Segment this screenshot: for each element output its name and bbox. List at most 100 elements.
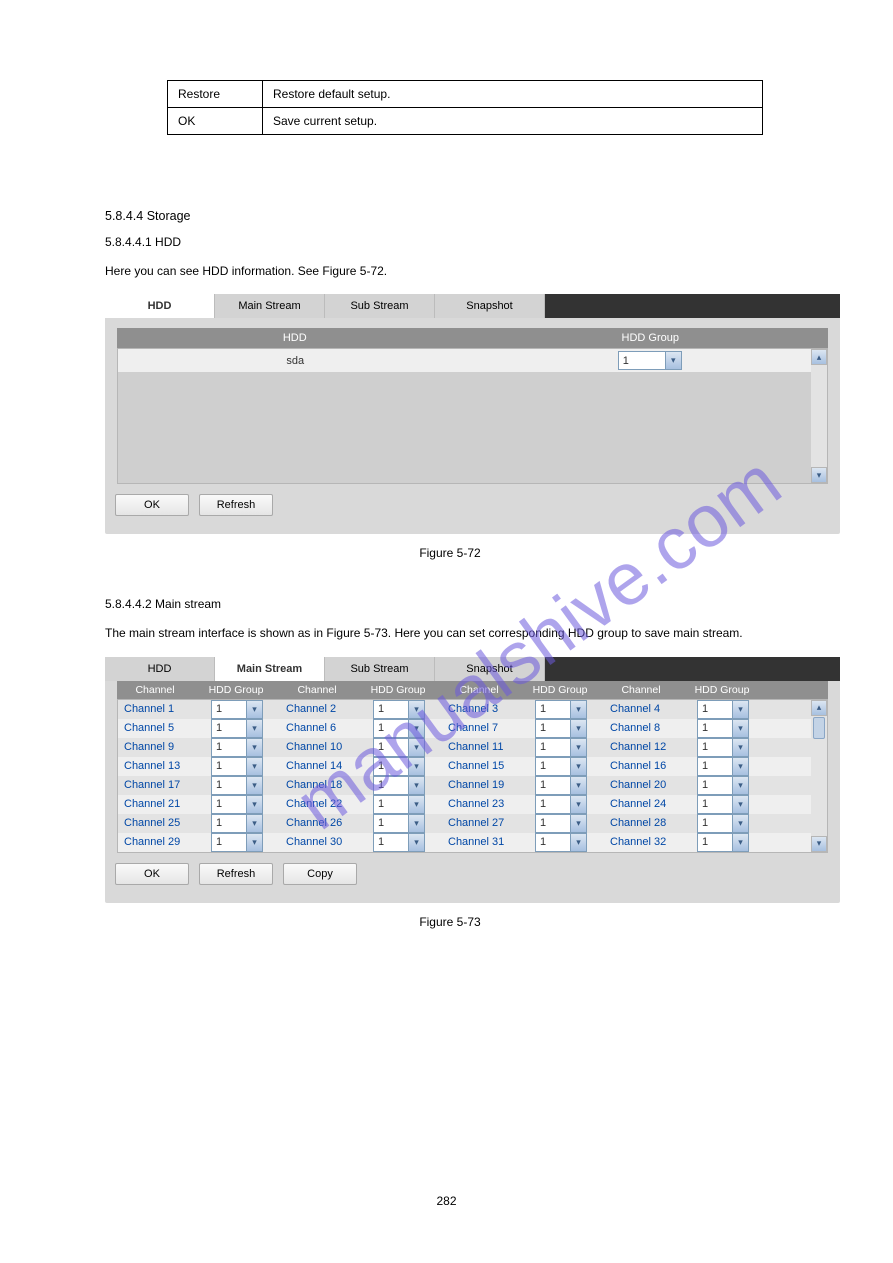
- channel-label[interactable]: Channel 26: [280, 817, 356, 829]
- channel-label[interactable]: Channel 32: [604, 836, 680, 848]
- channel-label[interactable]: Channel 24: [604, 798, 680, 810]
- hdd-group-select[interactable]: 1▾: [211, 738, 263, 757]
- channel-label[interactable]: Channel 20: [604, 779, 680, 791]
- hdd-group-select[interactable]: 1▾: [535, 757, 587, 776]
- channel-label[interactable]: Channel 17: [118, 779, 194, 791]
- tab-hdd[interactable]: HDD: [105, 657, 215, 681]
- channel-label[interactable]: Channel 6: [280, 722, 356, 734]
- hdd-group-select[interactable]: 1▾: [373, 833, 425, 852]
- tabbar: HDD Main Stream Sub Stream Snapshot: [105, 294, 840, 318]
- channel-label[interactable]: Channel 31: [442, 836, 518, 848]
- channel-label[interactable]: Channel 10: [280, 741, 356, 753]
- col-channel: Channel: [279, 681, 355, 699]
- hdd-group-select[interactable]: 1 ▾: [618, 351, 682, 370]
- ok-button[interactable]: OK: [115, 863, 189, 885]
- hdd-group-select[interactable]: 1▾: [373, 738, 425, 757]
- channel-label[interactable]: Channel 21: [118, 798, 194, 810]
- channel-group-cell: 1▾: [356, 776, 442, 795]
- select-value: 1: [698, 798, 732, 810]
- chevron-down-icon: ▾: [246, 739, 262, 756]
- hdd-group-select[interactable]: 1▾: [697, 700, 749, 719]
- section-body: The main stream interface is shown as in…: [105, 622, 795, 645]
- hdd-group-select[interactable]: 1▾: [697, 776, 749, 795]
- channel-label[interactable]: Channel 12: [604, 741, 680, 753]
- channel-label[interactable]: Channel 2: [280, 703, 356, 715]
- channel-label[interactable]: Channel 23: [442, 798, 518, 810]
- col-channel: Channel: [117, 681, 193, 699]
- select-value: 1: [536, 722, 570, 734]
- scroll-thumb[interactable]: [813, 717, 825, 739]
- hdd-group-select[interactable]: 1▾: [211, 757, 263, 776]
- channel-label[interactable]: Channel 18: [280, 779, 356, 791]
- hdd-group-select[interactable]: 1▾: [535, 833, 587, 852]
- channel-group-cell: 1▾: [194, 719, 280, 738]
- channel-label[interactable]: Channel 19: [442, 779, 518, 791]
- hdd-group-select[interactable]: 1▾: [373, 719, 425, 738]
- hdd-group-select[interactable]: 1▾: [211, 776, 263, 795]
- hdd-group-select[interactable]: 1▾: [535, 795, 587, 814]
- channel-label[interactable]: Channel 25: [118, 817, 194, 829]
- hdd-group-select[interactable]: 1▾: [535, 738, 587, 757]
- hdd-group-select[interactable]: 1▾: [211, 719, 263, 738]
- hdd-group-select[interactable]: 1▾: [373, 795, 425, 814]
- hdd-group-select[interactable]: 1▾: [211, 795, 263, 814]
- tab-main-stream[interactable]: Main Stream: [215, 294, 325, 318]
- channel-label[interactable]: Channel 8: [604, 722, 680, 734]
- hdd-group-select[interactable]: 1▾: [697, 738, 749, 757]
- hdd-group-select[interactable]: 1▾: [535, 814, 587, 833]
- channel-label[interactable]: Channel 13: [118, 760, 194, 772]
- tab-hdd[interactable]: HDD: [105, 294, 215, 318]
- col-channel: Channel: [603, 681, 679, 699]
- channel-label[interactable]: Channel 28: [604, 817, 680, 829]
- hdd-group-select[interactable]: 1▾: [697, 757, 749, 776]
- scroll-down-icon[interactable]: ▾: [811, 467, 827, 483]
- channel-label[interactable]: Channel 5: [118, 722, 194, 734]
- tab-main-stream[interactable]: Main Stream: [215, 657, 325, 681]
- chevron-down-icon: ▾: [732, 834, 748, 851]
- select-value: 1: [698, 836, 732, 848]
- scroll-up-icon[interactable]: ▴: [811, 349, 827, 365]
- hdd-group-select[interactable]: 1▾: [373, 757, 425, 776]
- hdd-group-select[interactable]: 1▾: [535, 719, 587, 738]
- channel-label[interactable]: Channel 11: [442, 741, 518, 753]
- tab-sub-stream[interactable]: Sub Stream: [325, 294, 435, 318]
- channel-label[interactable]: Channel 14: [280, 760, 356, 772]
- channel-label[interactable]: Channel 4: [604, 703, 680, 715]
- tab-sub-stream[interactable]: Sub Stream: [325, 657, 435, 681]
- hdd-group-select[interactable]: 1▾: [211, 833, 263, 852]
- scrollbar[interactable]: ▴ ▾: [811, 349, 827, 483]
- select-value: 1: [212, 779, 246, 791]
- scroll-up-icon[interactable]: ▴: [811, 700, 827, 716]
- channel-label[interactable]: Channel 29: [118, 836, 194, 848]
- channel-label[interactable]: Channel 27: [442, 817, 518, 829]
- scrollbar[interactable]: ▴ ▾: [811, 700, 827, 852]
- channel-label[interactable]: Channel 7: [442, 722, 518, 734]
- hdd-group-select[interactable]: 1▾: [697, 795, 749, 814]
- hdd-group-select[interactable]: 1▾: [697, 833, 749, 852]
- scroll-down-icon[interactable]: ▾: [811, 836, 827, 852]
- channel-label[interactable]: Channel 1: [118, 703, 194, 715]
- refresh-button[interactable]: Refresh: [199, 494, 273, 516]
- copy-button[interactable]: Copy: [283, 863, 357, 885]
- tab-snapshot[interactable]: Snapshot: [435, 294, 545, 318]
- channel-label[interactable]: Channel 9: [118, 741, 194, 753]
- hdd-table-body[interactable]: sda 1 ▾ ▴ ▾: [117, 348, 828, 484]
- hdd-group-select[interactable]: 1▾: [373, 814, 425, 833]
- hdd-group-select[interactable]: 1▾: [211, 700, 263, 719]
- channel-label[interactable]: Channel 3: [442, 703, 518, 715]
- hdd-group-select[interactable]: 1▾: [373, 776, 425, 795]
- refresh-button[interactable]: Refresh: [199, 863, 273, 885]
- hdd-group-select[interactable]: 1▾: [697, 814, 749, 833]
- ok-button[interactable]: OK: [115, 494, 189, 516]
- channel-label[interactable]: Channel 22: [280, 798, 356, 810]
- hdd-group-select[interactable]: 1▾: [373, 700, 425, 719]
- hdd-group-select[interactable]: 1▾: [697, 719, 749, 738]
- channel-label[interactable]: Channel 15: [442, 760, 518, 772]
- tab-snapshot[interactable]: Snapshot: [435, 657, 545, 681]
- channel-label[interactable]: Channel 30: [280, 836, 356, 848]
- hdd-group-select[interactable]: 1▾: [535, 700, 587, 719]
- hdd-table-header: HDD HDD Group: [117, 328, 828, 348]
- hdd-group-select[interactable]: 1▾: [211, 814, 263, 833]
- channel-label[interactable]: Channel 16: [604, 760, 680, 772]
- hdd-group-select[interactable]: 1▾: [535, 776, 587, 795]
